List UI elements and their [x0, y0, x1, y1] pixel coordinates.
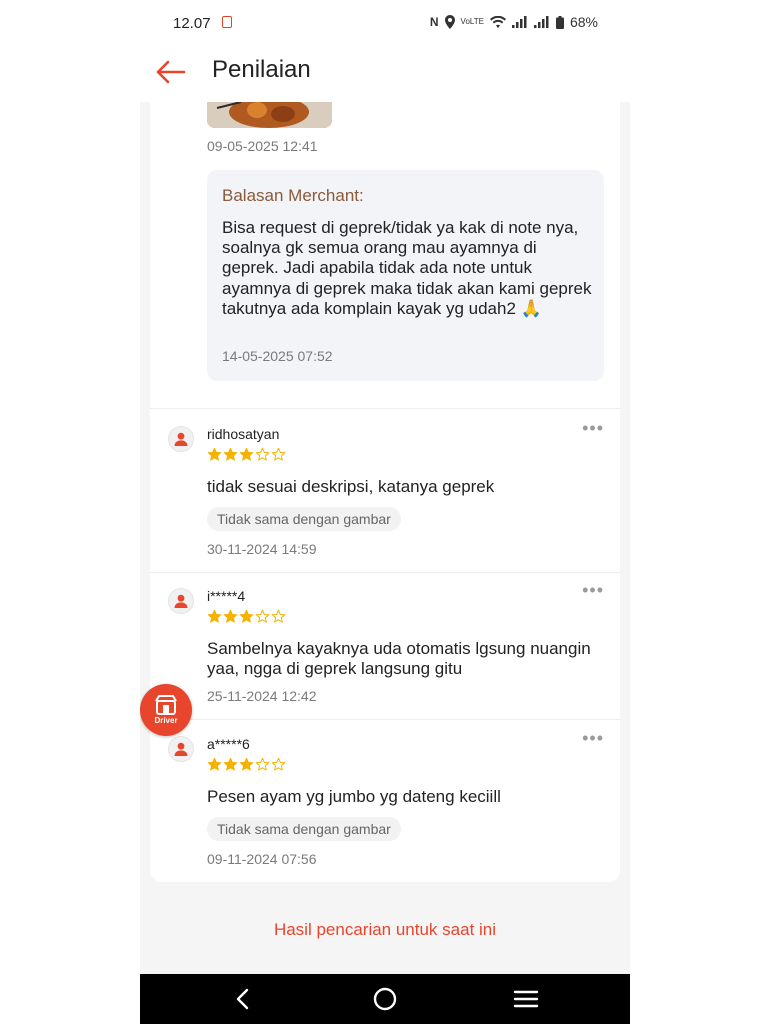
divider	[150, 719, 620, 720]
divider	[150, 408, 620, 409]
review-timestamp: 09-11-2024 07:56	[207, 851, 317, 867]
review-username: a*****6	[207, 736, 250, 752]
food-photo-icon	[207, 102, 332, 128]
star-filled-icon	[207, 757, 222, 771]
star-empty-icon	[255, 447, 270, 461]
review-tag: Tidak sama dengan gambar	[207, 507, 401, 531]
system-nav-bar	[140, 974, 630, 1024]
star-rating	[207, 757, 286, 772]
more-options-icon[interactable]: •••	[582, 728, 604, 749]
star-filled-icon	[223, 757, 238, 771]
star-filled-icon	[207, 609, 222, 623]
more-options-icon[interactable]: •••	[582, 418, 604, 439]
battery-icon	[555, 15, 564, 29]
merchant-reply-timestamp: 14-05-2025 07:52	[222, 348, 333, 364]
driver-floating-button[interactable]: Driver	[140, 684, 192, 736]
review-username: i*****4	[207, 588, 246, 604]
status-time: 12.07	[173, 15, 211, 32]
driver-label: Driver	[154, 716, 178, 725]
home-nav-icon	[373, 987, 397, 1011]
reviews-card: 09-05-2025 12:41 Balasan Merchant: Bisa …	[150, 102, 620, 882]
review-text: Sambelnya kayaknya uda otomatis lgsung n…	[207, 639, 591, 678]
star-empty-icon	[255, 609, 270, 623]
star-empty-icon	[271, 447, 286, 461]
back-button[interactable]	[154, 58, 188, 86]
more-options-icon[interactable]: •••	[582, 580, 604, 601]
user-icon	[174, 594, 188, 608]
store-icon	[155, 695, 177, 715]
nav-back-button[interactable]	[228, 986, 258, 1012]
location-icon	[444, 15, 455, 29]
avatar	[168, 736, 194, 762]
star-empty-icon	[271, 757, 286, 771]
divider	[150, 572, 620, 573]
user-icon	[174, 742, 188, 756]
user-icon	[174, 432, 188, 446]
star-filled-icon	[239, 447, 254, 461]
signal-icon-2	[533, 16, 549, 28]
review-photo[interactable]	[207, 102, 332, 128]
review-text: Pesen ayam yg jumbo yg dateng keciill	[207, 787, 501, 806]
star-filled-icon	[207, 447, 222, 461]
app-header: Penilaian	[140, 50, 630, 102]
phone-screen: 12.07 N VoLTE 68% Penilaian 09-05-2025 1…	[140, 0, 630, 1024]
wifi-icon	[489, 16, 506, 28]
merchant-reply: Balasan Merchant: Bisa request di geprek…	[207, 170, 604, 381]
notification-icon	[222, 16, 232, 28]
back-arrow-icon	[156, 60, 186, 84]
search-results-link[interactable]: Hasil pencarian untuk saat ini	[140, 920, 630, 940]
merchant-reply-title: Balasan Merchant:	[222, 186, 364, 205]
merchant-reply-text: Bisa request di geprek/tidak ya kak di n…	[222, 218, 592, 318]
review-timestamp: 09-05-2025 12:41	[207, 138, 318, 154]
status-bar: 12.07 N VoLTE 68%	[140, 0, 630, 50]
star-filled-icon	[223, 609, 238, 623]
status-icons: N VoLTE 68%	[430, 14, 598, 30]
avatar	[168, 588, 194, 614]
recents-nav-icon	[513, 990, 539, 1008]
nav-recents-button[interactable]	[511, 986, 541, 1012]
star-rating	[207, 447, 286, 462]
page-title: Penilaian	[212, 56, 311, 83]
star-empty-icon	[255, 757, 270, 771]
star-filled-icon	[223, 447, 238, 461]
star-filled-icon	[239, 757, 254, 771]
battery-percent: 68%	[569, 14, 598, 30]
review-timestamp: 30-11-2024 14:59	[207, 541, 317, 557]
review-timestamp: 25-11-2024 12:42	[207, 688, 317, 704]
review-tag: Tidak sama dengan gambar	[207, 817, 401, 841]
reviews-scroll-area[interactable]: 09-05-2025 12:41 Balasan Merchant: Bisa …	[140, 102, 630, 974]
signal-icon	[511, 16, 527, 28]
star-empty-icon	[271, 609, 286, 623]
review-username: ridhosatyan	[207, 426, 280, 442]
star-filled-icon	[239, 609, 254, 623]
avatar	[168, 426, 194, 452]
nfc-icon: N	[429, 15, 439, 29]
back-nav-icon	[236, 988, 249, 1010]
star-rating	[207, 609, 286, 624]
volte-icon: VoLTE	[460, 17, 484, 26]
nav-home-button[interactable]	[370, 986, 400, 1012]
review-text: tidak sesuai deskripsi, katanya geprek	[207, 477, 495, 496]
